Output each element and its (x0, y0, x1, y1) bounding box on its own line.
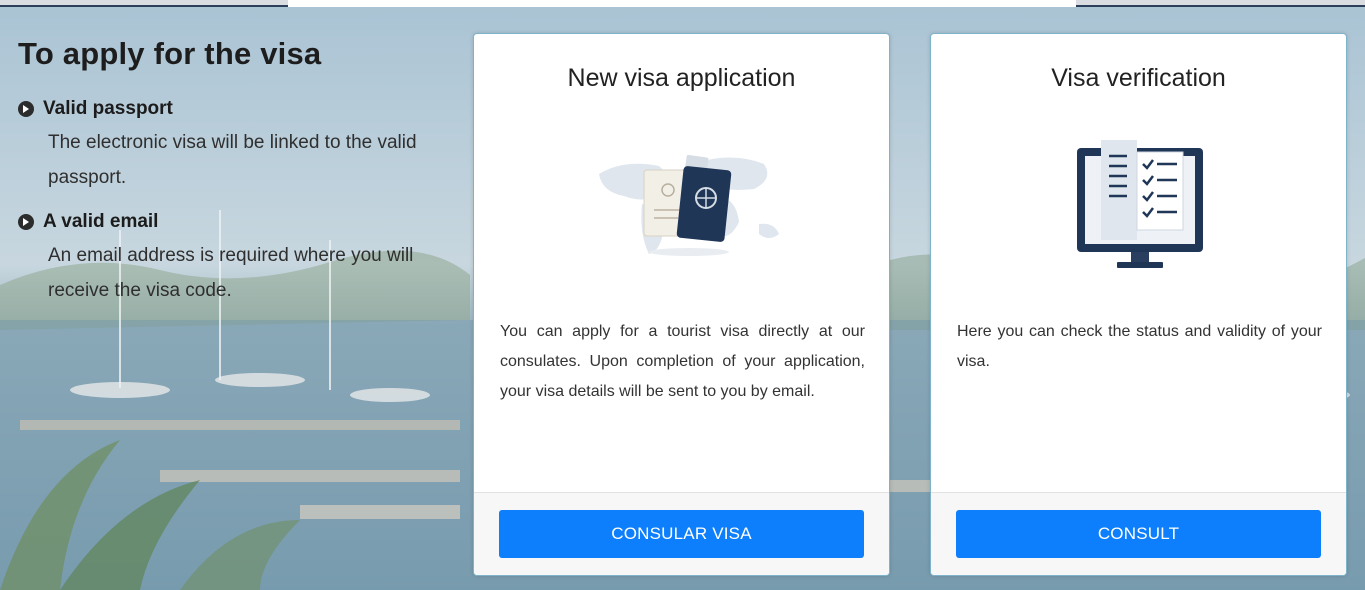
monitor-checklist-icon (931, 134, 1346, 294)
consult-button[interactable]: CONSULT (956, 510, 1321, 558)
requirement-description: An email address is required where you w… (48, 245, 414, 301)
card-footer: CONSULAR VISA (474, 492, 889, 575)
card-description: You can apply for a tourist visa directl… (500, 323, 865, 400)
requirement-title: Valid passport (43, 98, 173, 119)
visa-requirements-section: To apply for the visa Valid passport The… (18, 36, 448, 324)
requirement-email: A valid email An email address is requir… (18, 211, 448, 308)
card-description: Here you can check the status and validi… (957, 323, 1322, 370)
consular-visa-button[interactable]: CONSULAR VISA (499, 510, 864, 558)
arrow-circle-icon (18, 101, 34, 117)
top-bar-tab-highlight (288, 0, 1076, 7)
card-footer: CONSULT (931, 492, 1346, 575)
requirements-heading: To apply for the visa (18, 36, 322, 71)
requirement-passport: Valid passport The electronic visa will … (18, 98, 448, 195)
visa-verification-card: Visa verification Here you can check the… (930, 33, 1347, 576)
requirement-title: A valid email (43, 211, 159, 232)
requirement-description: The electronic visa will be linked to th… (48, 132, 417, 188)
card-title: New visa application (567, 64, 796, 92)
arrow-circle-icon (18, 214, 34, 230)
top-navigation-bar (0, 0, 1365, 7)
card-title: Visa verification (1051, 64, 1226, 92)
passport-world-map-icon (474, 134, 889, 294)
new-visa-application-card: New visa application You can apply for a… (473, 33, 890, 576)
